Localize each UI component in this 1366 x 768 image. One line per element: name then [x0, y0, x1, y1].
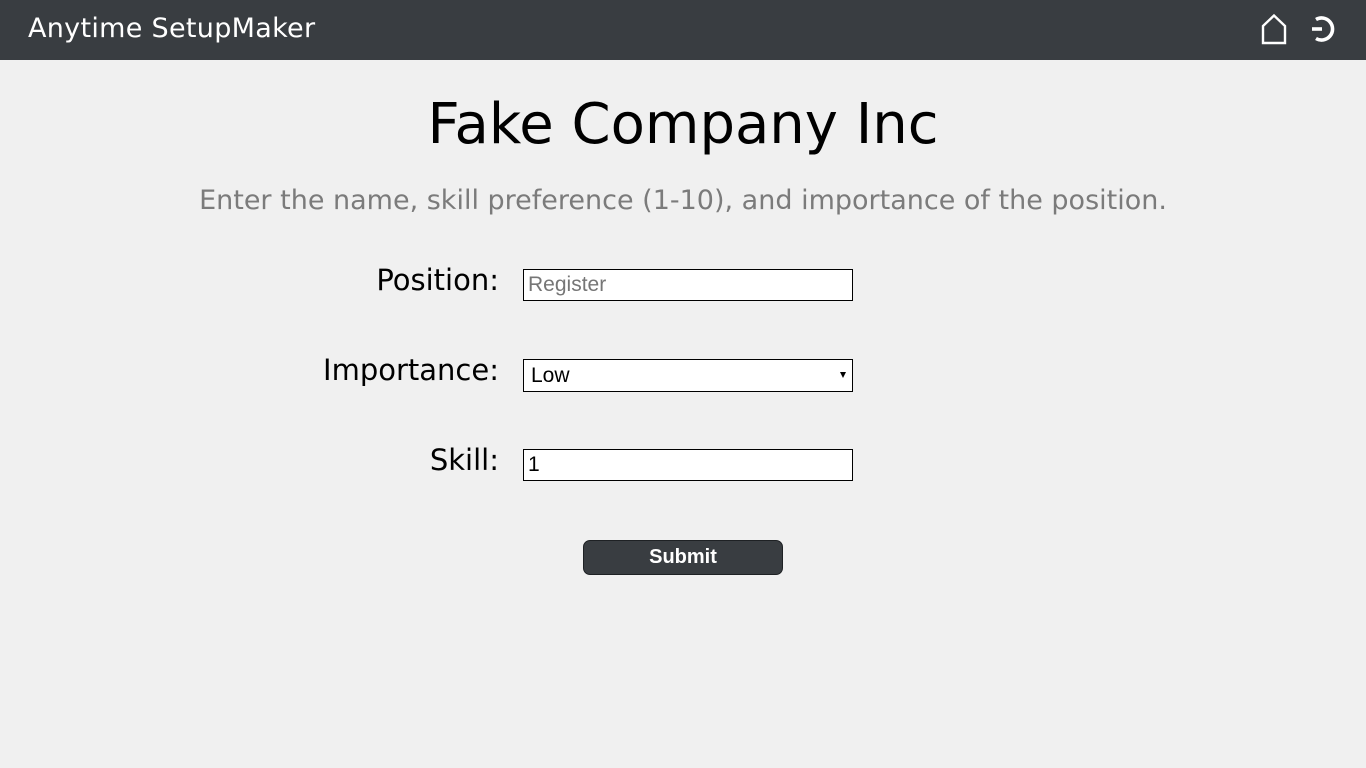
- form-instructions: Enter the name, skill preference (1-10),…: [199, 185, 1167, 216]
- logout-icon: [1312, 16, 1335, 42]
- importance-label: Importance:: [323, 353, 499, 387]
- skill-label: Skill:: [429, 443, 499, 477]
- home-icon: [1261, 13, 1287, 45]
- submit-button[interactable]: Submit: [583, 540, 783, 575]
- top-bar: Anytime SetupMaker: [0, 0, 1366, 60]
- company-title: Fake Company Inc: [427, 92, 939, 157]
- dropdown-arrow-icon: [840, 372, 846, 378]
- skill-input[interactable]: [523, 449, 853, 481]
- logout-button[interactable]: [1307, 12, 1341, 46]
- home-button[interactable]: [1257, 12, 1291, 46]
- importance-selected-value: Low: [531, 364, 570, 387]
- app-title: Anytime SetupMaker: [28, 13, 316, 44]
- position-input[interactable]: [523, 269, 853, 301]
- importance-select[interactable]: Low: [523, 359, 853, 392]
- position-label: Position:: [376, 263, 499, 297]
